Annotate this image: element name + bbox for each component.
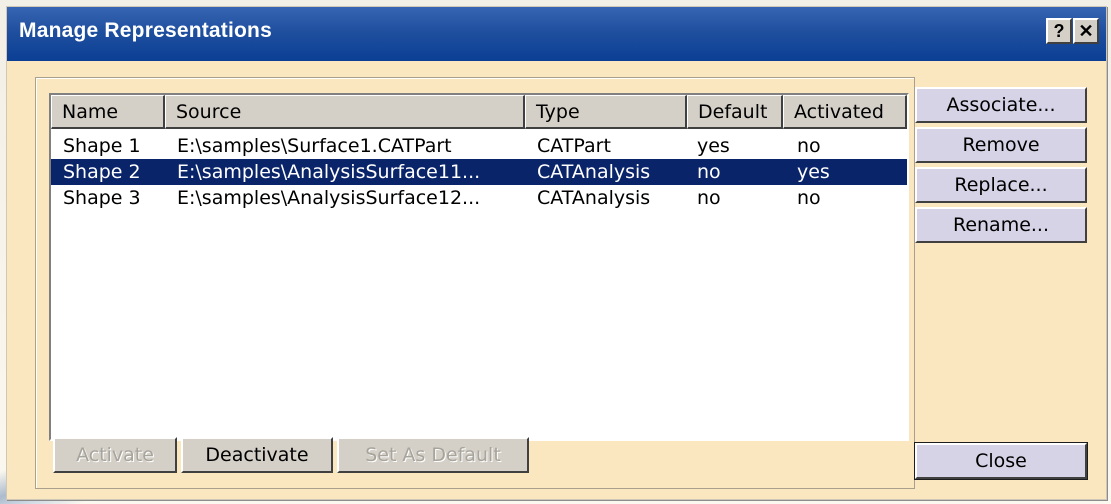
title-bar[interactable]: Manage Representations ? ✕ [7, 7, 1106, 61]
cell-type: CATAnalysis [537, 161, 651, 183]
close-icon: ✕ [1078, 21, 1094, 41]
cell-type: CATAnalysis [537, 187, 651, 209]
cell-default: no [697, 161, 721, 183]
cell-default: no [697, 187, 721, 209]
dialog-title: Manage Representations [19, 19, 272, 42]
activate-button[interactable]: Activate [53, 437, 177, 473]
help-button[interactable]: ? [1046, 18, 1072, 44]
column-header-type[interactable]: Type [525, 95, 687, 129]
help-icon: ? [1053, 21, 1065, 41]
representations-list[interactable]: Name Source Type Default Activated Shape… [49, 93, 909, 441]
set-as-default-button[interactable]: Set As Default [337, 437, 529, 473]
cell-name: Shape 2 [63, 161, 141, 183]
column-header-source[interactable]: Source [165, 95, 525, 129]
table-row[interactable]: Shape 1 E:\samples\Surface1.CATPart CATP… [51, 133, 907, 159]
deactivate-button[interactable]: Deactivate [181, 437, 333, 473]
cell-name: Shape 3 [63, 187, 141, 209]
rename-button[interactable]: Rename... [915, 207, 1087, 243]
associate-button[interactable]: Associate... [915, 87, 1087, 123]
cell-activated: no [797, 187, 821, 209]
column-header-activated[interactable]: Activated [783, 95, 907, 129]
cell-activated: yes [797, 161, 830, 183]
column-header-name[interactable]: Name [51, 95, 165, 129]
close-button[interactable]: Close [914, 442, 1088, 480]
close-window-button[interactable]: ✕ [1073, 18, 1099, 44]
cell-activated: no [797, 135, 821, 157]
column-header-default[interactable]: Default [687, 95, 783, 129]
remove-button[interactable]: Remove [915, 127, 1087, 163]
cell-source: E:\samples\AnalysisSurface12... [177, 187, 481, 209]
cell-type: CATPart [537, 135, 611, 157]
list-header: Name Source Type Default Activated [51, 95, 907, 129]
table-row[interactable]: Shape 2 E:\samples\AnalysisSurface11... … [51, 159, 907, 185]
replace-button[interactable]: Replace... [915, 167, 1087, 203]
cell-name: Shape 1 [63, 135, 141, 157]
cell-default: yes [697, 135, 730, 157]
table-row[interactable]: Shape 3 E:\samples\AnalysisSurface12... … [51, 185, 907, 211]
cell-source: E:\samples\Surface1.CATPart [177, 135, 452, 157]
manage-representations-dialog: Manage Representations ? ✕ Name Source T… [6, 6, 1107, 500]
cell-source: E:\samples\AnalysisSurface11... [177, 161, 481, 183]
